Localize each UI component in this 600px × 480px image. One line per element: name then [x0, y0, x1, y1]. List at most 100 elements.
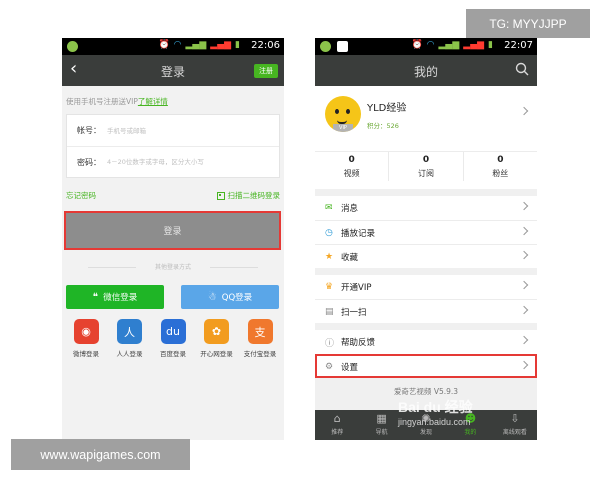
links-row: 忘记密码 扫描二维码登录 [62, 190, 284, 202]
score: 积分：526 [367, 122, 399, 130]
menu-item[interactable]: ◷ 播放记录 [315, 220, 537, 244]
signal-icon: ▂▄▆ [185, 40, 207, 50]
qq-login-label: QQ登录 [221, 293, 253, 303]
chevron-right-icon [519, 335, 529, 345]
menu-item[interactable]: ▤ 扫一扫 [315, 299, 537, 323]
third-party-login-icon: du [160, 319, 186, 344]
qr-code-icon [216, 191, 225, 200]
learn-more-link[interactable]: 了解详情 [138, 97, 168, 106]
menu-group: ⓘ 帮助反馈 ⚙ 设置 [315, 330, 537, 378]
profile-titlebar: 我的 [315, 55, 537, 86]
third-party-login-item[interactable]: 支支付宝登录 [240, 319, 280, 358]
menu-item[interactable]: ★ 收藏 [315, 244, 537, 268]
signal-icon-2: ▂▄▆ [210, 40, 232, 50]
status-bar: ⏰ ◠ ▂▄▆ ▂▄▆ ▮ 22:07 [315, 38, 537, 55]
chevron-right-icon [519, 201, 529, 211]
third-party-login-icon: 人 [117, 319, 142, 344]
battery-icon: ▮ [235, 40, 240, 50]
wechat-login-label: 微信登录 [103, 293, 138, 303]
menu-item[interactable]: ♛ 开通VIP [315, 275, 537, 299]
password-row: 密码： [67, 146, 279, 177]
stat-label: 视频 [343, 169, 360, 178]
menu-item[interactable]: ✉ 消息 [315, 196, 537, 220]
nav-item-label: 我的 [464, 429, 477, 436]
account-input[interactable] [107, 126, 267, 135]
nav-item-label: 推荐 [331, 429, 344, 436]
password-input[interactable] [107, 158, 267, 166]
profile-card[interactable]: VIP YLD经验 积分：526 0 视频 0 订阅 0 粉丝 [315, 86, 537, 189]
menu-item-label: 帮助反馈 [341, 338, 376, 348]
stat-videos[interactable]: 0 视频 [315, 152, 388, 181]
status-bar: ⏰ ◠ ▂▄▆ ▂▄▆ ▮ 22:06 [62, 38, 284, 55]
status-time: 22:06 [251, 40, 280, 51]
stat-value: 0 [422, 155, 430, 165]
third-party-login-row: ◉ 微博登录人人人登录 du 百度登录 ✿ 开心网登录支支付宝登录 [62, 319, 284, 358]
register-button[interactable]: 注册 [254, 64, 278, 78]
page-title: 我的 [413, 65, 438, 79]
crown-icon: ♛ [325, 282, 334, 292]
third-party-login-label: 微博登录 [73, 350, 99, 358]
stat-label: 订阅 [417, 169, 434, 178]
nav-item[interactable]: ▦ 导航 [359, 410, 403, 440]
avatar[interactable]: VIP [325, 96, 361, 132]
menu-list: ✉ 消息 ◷ 播放记录 ★ 收藏 ♛ 开通VIP ▤ 扫一扫 ⓘ 帮助反馈 ⚙ 设置 [315, 196, 537, 378]
status-icons: ⏰ ◠ ▂▄▆ ▂▄▆ ▮ [158, 40, 240, 50]
wifi-icon: ◠ [173, 40, 182, 50]
third-party-login-item[interactable]: du 百度登录 [153, 319, 193, 358]
nav-item[interactable]: ☻ 我的 [448, 410, 492, 440]
menu-item[interactable]: ⓘ 帮助反馈 [315, 330, 537, 354]
stat-fans[interactable]: 0 粉丝 [462, 152, 537, 181]
third-party-login-icon: 支 [247, 319, 273, 344]
search-icon[interactable] [515, 62, 529, 76]
battery-icon: ▮ [488, 40, 493, 50]
help-icon: ⓘ [325, 338, 335, 349]
settings-icon: ⚙ [325, 361, 334, 372]
nav-item-label: 发现 [420, 429, 433, 436]
stat-value: 0 [497, 155, 504, 165]
signal-icon: ▂▄▆ [438, 40, 460, 50]
third-party-login-item[interactable]: ◉ 微博登录 [66, 319, 106, 358]
third-party-login-label: 百度登录 [160, 350, 186, 358]
third-party-login-label: 支付宝登录 [243, 350, 277, 358]
nav-item-label: 导航 [375, 429, 388, 436]
qq-login-button[interactable]: ☃ QQ登录 [181, 285, 279, 309]
message-icon: ✉ [325, 203, 333, 213]
menu-item-label: 设置 [341, 362, 359, 373]
tg-watermark: TG: MYYJJPP [466, 9, 590, 38]
login-form: 帐号： 密码： [66, 114, 280, 178]
chevron-right-icon [519, 280, 529, 290]
account-row: 帐号： [67, 115, 279, 146]
third-party-login-item[interactable]: ✿ 开心网登录 [197, 319, 237, 358]
app-notification-icon [320, 41, 331, 52]
stat-subscriptions[interactable]: 0 订阅 [388, 152, 462, 181]
menu-item[interactable]: ⚙ 设置 [315, 354, 537, 378]
login-button[interactable]: 登录 [64, 211, 281, 250]
third-party-login-item[interactable]: 人人人登录 [110, 319, 150, 358]
page-title: 登录 [160, 65, 185, 79]
status-icons: ⏰ ◠ ▂▄▆ ▂▄▆ ▮ [411, 40, 493, 50]
password-label: 密码： [77, 157, 101, 167]
third-party-login-label: 人人登录 [116, 350, 143, 358]
forgot-password-link[interactable]: 忘记密码 [66, 190, 96, 201]
stat-label: 粉丝 [492, 169, 509, 178]
chevron-right-icon [519, 226, 529, 236]
wifi-icon: ◠ [426, 40, 435, 50]
star-icon: ★ [325, 251, 334, 262]
nav-item[interactable]: ⇩ 离线观看 [493, 410, 537, 440]
nav-item[interactable]: ✺ 发现 [404, 410, 448, 440]
vip-hint-text: 使用手机号注册送VIP [66, 97, 138, 106]
menu-item-label: 播放记录 [341, 228, 376, 239]
alarm-icon: ⏰ [411, 40, 423, 50]
nav-item[interactable]: ⌂ 推荐 [315, 410, 359, 440]
stat-value: 0 [348, 155, 355, 165]
wechat-login-button[interactable]: ❝ 微信登录 [66, 285, 164, 309]
discover-icon: ✺ [421, 412, 431, 425]
username: YLD经验 [367, 103, 407, 114]
image-notification-icon [337, 41, 348, 52]
vip-hint: 使用手机号注册送VIP了解详情 [66, 96, 284, 108]
qr-login-link[interactable]: 扫描二维码登录 [216, 190, 280, 201]
social-login-buttons: ❝ 微信登录 ☃ QQ登录 [62, 285, 284, 309]
third-party-login-label: 开心网登录 [200, 350, 233, 358]
account-label: 帐号： [77, 126, 101, 135]
grid-icon: ▦ [376, 412, 387, 425]
